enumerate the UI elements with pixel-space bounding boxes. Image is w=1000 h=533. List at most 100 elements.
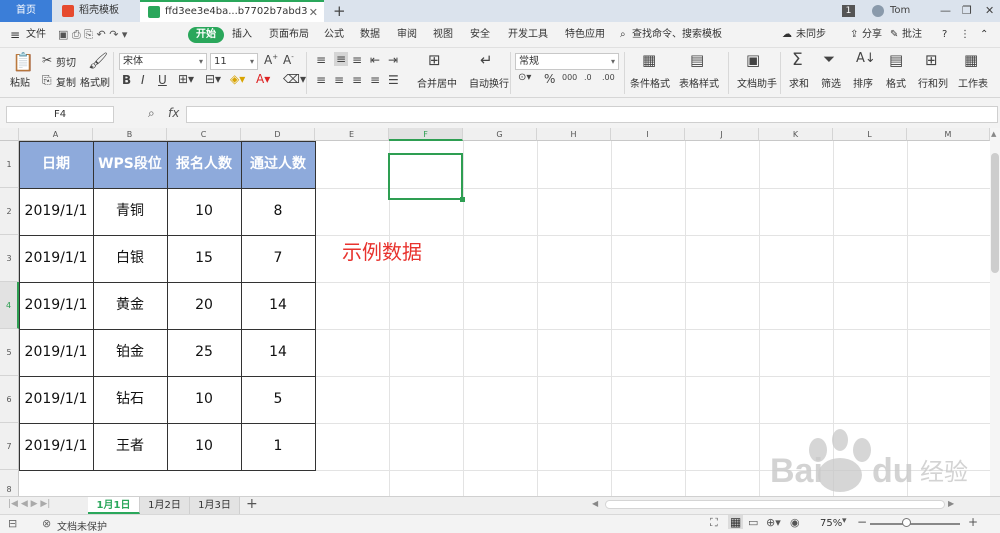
align-right-icon[interactable]: ≡ [352, 73, 362, 87]
menu-view[interactable]: 视图 [433, 22, 453, 48]
menu-insert[interactable]: 插入 [232, 22, 252, 48]
copy-icon[interactable]: ⎘ [42, 73, 52, 88]
row-header[interactable]: 8 [0, 470, 19, 496]
doc-assistant-icon[interactable]: ▣ [746, 51, 760, 69]
conditional-format-icon[interactable]: ▦ [642, 51, 656, 69]
spreadsheet-grid[interactable]: A B C D E F G H I J K L M 1 2 3 4 5 6 7 … [0, 128, 990, 496]
format-painter-icon[interactable]: 🖌 [88, 51, 108, 70]
filter-icon[interactable]: ⏷ [823, 50, 835, 68]
table-cell[interactable]: 铂金 [93, 329, 167, 376]
table-cell[interactable]: 8 [241, 188, 315, 235]
hamburger-icon[interactable]: ≡ [10, 22, 20, 48]
font-color-icon[interactable]: A▾ [256, 72, 270, 86]
filter-button[interactable]: 筛选 [821, 75, 841, 90]
font-name-select[interactable]: 宋体 ▾ [119, 53, 207, 70]
wrap-text-button[interactable]: 自动换行 [469, 75, 509, 90]
table-cell[interactable]: 钻石 [93, 376, 167, 423]
zoom-in-icon[interactable]: + [968, 515, 978, 529]
table-cell[interactable]: 14 [241, 282, 315, 329]
border-icon[interactable]: ⊞▾ [178, 72, 194, 86]
distributed-icon[interactable]: ☰ [388, 73, 399, 87]
menu-file[interactable]: 文件 [26, 22, 46, 48]
scroll-right-icon[interactable]: ▶ [948, 499, 954, 508]
tab-template[interactable]: 稻壳模板 [52, 0, 138, 22]
vertical-scrollbar[interactable]: ▲ [990, 128, 1000, 496]
table-header-cell[interactable]: 日期 [19, 141, 93, 188]
select-all-corner[interactable] [0, 128, 19, 141]
column-header-active[interactable]: F [389, 128, 463, 141]
cut-icon[interactable]: ✂ [42, 53, 52, 67]
column-header[interactable]: D [241, 128, 315, 141]
avatar[interactable] [872, 5, 884, 17]
table-cell[interactable]: 10 [167, 376, 241, 423]
eye-protection-icon[interactable]: ◉ [790, 516, 800, 529]
table-cell[interactable]: 2019/1/1 [19, 376, 93, 423]
sheet-tab[interactable]: 1月3日 [190, 497, 240, 514]
bold-icon[interactable]: B [122, 73, 131, 87]
name-box[interactable]: F4 [6, 106, 114, 123]
zoom-slider[interactable] [870, 523, 960, 525]
scroll-up-icon[interactable]: ▲ [991, 130, 996, 138]
active-cell-selection[interactable] [388, 153, 465, 202]
add-sheet-button[interactable]: + [246, 496, 258, 512]
merge-center-icon[interactable]: ⊞ [428, 51, 441, 69]
decrease-decimal-icon[interactable]: .00 [602, 73, 615, 82]
column-header[interactable]: C [167, 128, 241, 141]
quick-access-icons[interactable]: ▣ ⎙ ⎘ ↶ ↷ ▾ [58, 22, 127, 48]
restore-icon[interactable]: ❐ [962, 0, 972, 22]
menu-formula[interactable]: 公式 [324, 22, 344, 48]
sum-icon[interactable]: Σ [792, 50, 803, 70]
row-header[interactable]: 3 [0, 235, 19, 282]
comment-button[interactable]: 批注 [902, 22, 922, 48]
thousands-icon[interactable]: 000 [562, 73, 577, 82]
zoom-out-icon[interactable]: − [857, 515, 867, 529]
column-header[interactable]: B [93, 128, 167, 141]
format-icon[interactable]: ▤ [889, 51, 903, 69]
format-button[interactable]: 格式 [886, 75, 906, 90]
menu-security[interactable]: 安全 [470, 22, 490, 48]
row-header-active[interactable]: 4 [0, 282, 19, 329]
help-icon[interactable]: ? [942, 22, 947, 48]
protection-status[interactable]: 文档未保护 [57, 518, 107, 533]
table-cell[interactable]: 青铜 [93, 188, 167, 235]
rows-cols-icon[interactable]: ⊞ [925, 51, 938, 69]
row-header[interactable]: 5 [0, 329, 19, 376]
scroll-left-icon[interactable]: ◀ [592, 499, 598, 508]
table-style-icon[interactable]: ▤ [690, 51, 704, 69]
indent-icon[interactable]: ⇤ [370, 53, 380, 67]
table-cell[interactable]: 2019/1/1 [19, 188, 93, 235]
table-style-button[interactable]: 表格样式 [679, 75, 719, 90]
merge-style-icon[interactable]: ⊟▾ [205, 72, 221, 86]
zoom-search-icon[interactable]: ⌕ [148, 106, 155, 121]
cut-button[interactable]: 剪切 [56, 54, 76, 69]
menu-page-layout[interactable]: 页面布局 [269, 22, 309, 48]
doc-assistant-button[interactable]: 文档助手 [737, 75, 777, 90]
share-button[interactable]: 分享 [862, 22, 882, 48]
currency-icon[interactable]: ⊙▾ [518, 72, 531, 83]
worksheet-button[interactable]: 工作表 [958, 75, 988, 90]
window-count-badge[interactable]: 1 [842, 5, 855, 17]
table-cell[interactable]: 10 [167, 423, 241, 470]
close-tab-icon[interactable]: ✕ [309, 2, 318, 24]
column-header[interactable]: E [315, 128, 389, 141]
italic-icon[interactable]: I [141, 73, 145, 87]
table-cell[interactable]: 25 [167, 329, 241, 376]
sheet-nav-icons[interactable]: |◀ ◀ ▶ ▶| [8, 499, 50, 509]
table-cell[interactable]: 2019/1/1 [19, 329, 93, 376]
vertical-scroll-thumb[interactable] [991, 153, 999, 273]
row-header[interactable]: 7 [0, 423, 19, 470]
underline-icon[interactable]: U [158, 73, 167, 87]
table-cell[interactable]: 2019/1/1 [19, 235, 93, 282]
column-header[interactable]: G [463, 128, 537, 141]
align-left-icon[interactable]: ≡ [316, 73, 326, 87]
align-bottom-icon[interactable]: ≡ [352, 53, 362, 67]
command-search[interactable]: 查找命令、搜索模板 [632, 22, 722, 48]
zoom-slider-handle[interactable] [902, 518, 911, 527]
menu-data[interactable]: 数据 [360, 22, 380, 48]
format-painter-button[interactable]: 格式刷 [80, 74, 110, 89]
paste-button[interactable]: 粘贴 [10, 74, 30, 89]
table-header-cell[interactable]: 通过人数 [241, 141, 315, 188]
page-break-view-icon[interactable]: ▭ [748, 516, 758, 529]
justify-icon[interactable]: ≡ [370, 73, 380, 87]
more-icon[interactable]: ⋮ [960, 22, 970, 48]
